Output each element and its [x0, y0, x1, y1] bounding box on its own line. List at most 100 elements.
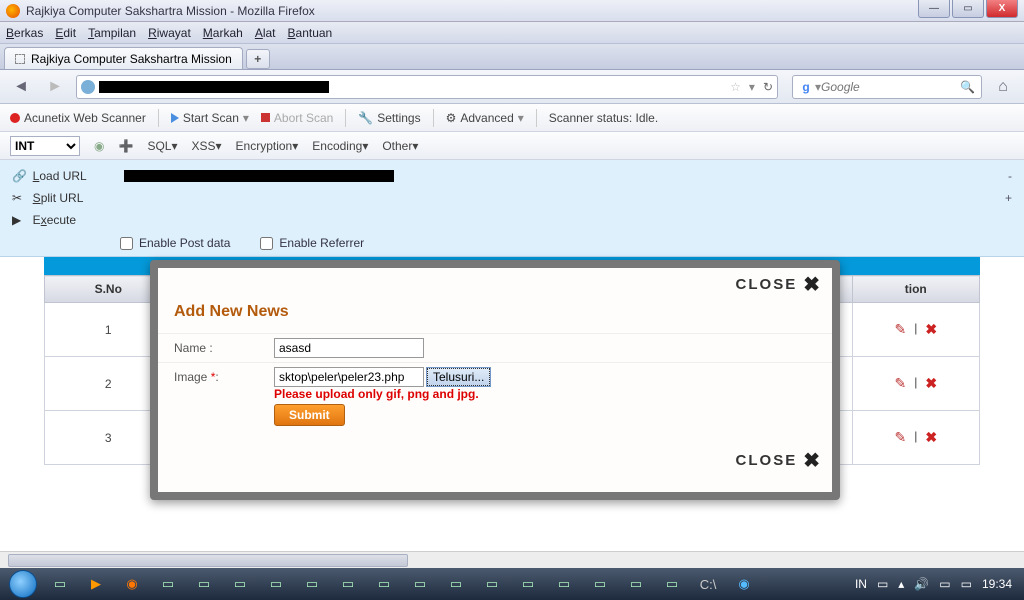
tb-explorer-icon[interactable]: ▭ [42, 571, 78, 597]
menu-edit[interactable]: Edit [55, 26, 76, 40]
modal-title: Add New News [158, 301, 832, 333]
tb-cmd-icon[interactable]: C:\ [690, 571, 726, 597]
tb-app-icon[interactable]: ▭ [186, 571, 222, 597]
gear-icon: ⚙ [446, 111, 457, 125]
menu-alat[interactable]: Alat [255, 26, 276, 40]
tb-3g-icon[interactable]: ◉ [726, 571, 762, 597]
load-url-button[interactable]: Load URL [33, 169, 87, 183]
tray-network-icon[interactable]: ▭ [961, 577, 972, 591]
url-bar[interactable]: ☆ ▾ ↻ [76, 75, 778, 99]
edit-icon[interactable]: ✎ [894, 429, 906, 446]
tray-volume-icon[interactable]: 🔊 [914, 577, 929, 591]
split-icon: ✂ [12, 191, 26, 205]
edit-icon[interactable]: ✎ [894, 321, 906, 338]
tb-app-icon[interactable]: ▭ [222, 571, 258, 597]
h-scrollbar[interactable] [0, 551, 1024, 568]
enable-referrer-checkbox[interactable]: Enable Referrer [260, 236, 364, 250]
tb-app-icon[interactable]: ▭ [330, 571, 366, 597]
tb-app-icon[interactable]: ▭ [582, 571, 618, 597]
int-select[interactable]: INT [10, 136, 80, 156]
tb-player-icon[interactable]: ▶ [78, 571, 114, 597]
name-input[interactable] [274, 338, 424, 358]
other-menu[interactable]: Other▾ [382, 139, 418, 153]
start-scan-button[interactable]: Start Scan▾ [171, 111, 249, 125]
nav-toolbar: ◄ ► ☆ ▾ ↻ g ▾ 🔍 ⌂ [0, 70, 1024, 104]
close-label-bottom[interactable]: CLOSE [736, 452, 798, 469]
taskbar: ▭ ▶ ◉ ▭ ▭ ▭ ▭ ▭ ▭ ▭ ▭ ▭ ▭ ▭ ▭ ▭ ▭ ▭ C:\ … [0, 568, 1024, 600]
col-action: tion [852, 276, 980, 303]
acunetix-label: Acunetix Web Scanner [24, 111, 146, 125]
encryption-menu[interactable]: Encryption▾ [236, 139, 299, 153]
tb-app-icon[interactable]: ▭ [654, 571, 690, 597]
split-url-button[interactable]: Split URL [33, 191, 84, 205]
search-icon[interactable]: 🔍 [960, 80, 975, 94]
home-button[interactable]: ⌂ [990, 74, 1016, 100]
image-label: Image *: [174, 367, 274, 384]
bookmark-star-icon[interactable]: ☆ [730, 80, 741, 94]
search-input[interactable] [821, 80, 931, 94]
tray-flag-icon[interactable]: ▭ [877, 577, 888, 591]
tray-battery-icon[interactable]: ▭ [939, 577, 950, 591]
clock[interactable]: 19:34 [982, 577, 1012, 591]
minimize-button[interactable]: — [918, 0, 950, 18]
sql-menu[interactable]: SQL▾ [147, 139, 177, 153]
execute-button[interactable]: Execute [33, 213, 76, 227]
lang-indicator[interactable]: IN [855, 577, 867, 591]
acunetix-toolbar: Acunetix Web Scanner Start Scan▾ Abort S… [0, 104, 1024, 132]
file-path-input[interactable] [274, 367, 424, 387]
tb-app-icon[interactable]: ▭ [150, 571, 186, 597]
menu-riwayat[interactable]: Riwayat [148, 26, 191, 40]
delete-icon[interactable]: ✖ [925, 375, 937, 392]
settings-button[interactable]: 🔧Settings [358, 111, 420, 125]
reload-icon[interactable]: ↻ [763, 80, 773, 94]
start-button[interactable] [4, 568, 42, 600]
window-title: Rajkiya Computer Sakshartra Mission - Mo… [26, 4, 315, 18]
browse-button[interactable]: Telusuri... [426, 367, 491, 387]
dropdown-icon[interactable]: ▾ [749, 80, 755, 94]
delete-icon[interactable]: ✖ [925, 321, 937, 338]
abort-scan-button[interactable]: Abort Scan [261, 111, 333, 125]
tb-app-icon[interactable]: ▭ [402, 571, 438, 597]
firefox-icon [6, 4, 20, 18]
tb-app-icon[interactable]: ▭ [294, 571, 330, 597]
back-button[interactable]: ◄ [8, 74, 34, 100]
encoding-menu[interactable]: Encoding▾ [312, 139, 368, 153]
enable-post-checkbox[interactable]: Enable Post data [120, 236, 230, 250]
tb-app-icon[interactable]: ▭ [438, 571, 474, 597]
tb-app-icon[interactable]: ▭ [474, 571, 510, 597]
tab-title: Rajkiya Computer Sakshartra Mission [31, 52, 232, 66]
submit-button[interactable]: Submit [274, 404, 345, 426]
edit-icon[interactable]: ✎ [894, 375, 906, 392]
url-redacted [99, 81, 329, 93]
close-window-button[interactable]: X [986, 0, 1018, 18]
tb-firefox-icon[interactable]: ◉ [114, 571, 150, 597]
menu-markah[interactable]: Markah [203, 26, 243, 40]
play-icon [171, 113, 179, 123]
menu-bar: Berkas Edit Tampilan Riwayat Markah Alat… [0, 22, 1024, 44]
tb-app-icon[interactable]: ▭ [366, 571, 402, 597]
tb-app-icon[interactable]: ▭ [258, 571, 294, 597]
maximize-button[interactable]: ▭ [952, 0, 984, 18]
close-icon[interactable]: ✖ [803, 272, 822, 297]
tab-favicon [15, 54, 25, 64]
new-tab-button[interactable]: + [246, 49, 270, 69]
xss-menu[interactable]: XSS▾ [191, 139, 221, 153]
advanced-button[interactable]: ⚙Advanced▾ [446, 111, 524, 125]
tab-active[interactable]: Rajkiya Computer Sakshartra Mission [4, 47, 243, 69]
tb-app-icon[interactable]: ▭ [510, 571, 546, 597]
forward-button[interactable]: ► [42, 74, 68, 100]
stop-icon [261, 113, 270, 122]
menu-berkas[interactable]: Berkas [6, 26, 43, 40]
search-box[interactable]: g ▾ 🔍 [792, 75, 982, 99]
tray-up-icon[interactable]: ▴ [898, 577, 904, 591]
delete-icon[interactable]: ✖ [925, 429, 937, 446]
close-icon[interactable]: ✖ [803, 448, 822, 473]
menu-bantuan[interactable]: Bantuan [288, 26, 333, 40]
tb-app-icon[interactable]: ▭ [546, 571, 582, 597]
plus-icon[interactable]: ➕ [118, 139, 133, 153]
menu-tampilan[interactable]: Tampilan [88, 26, 136, 40]
db-icon[interactable]: ◉ [94, 139, 104, 153]
globe-icon [81, 80, 95, 94]
close-label-top[interactable]: CLOSE [736, 276, 798, 293]
tb-app-icon[interactable]: ▭ [618, 571, 654, 597]
